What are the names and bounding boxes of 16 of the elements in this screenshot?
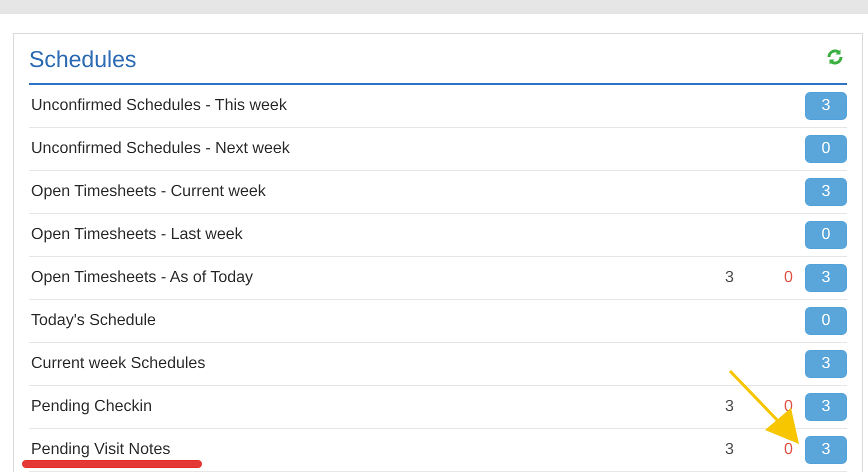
row-label[interactable]: Unconfirmed Schedules - This week	[31, 94, 805, 118]
count-value: 3	[725, 397, 735, 417]
row-label[interactable]: Today's Schedule	[31, 309, 805, 333]
row-label[interactable]: Pending Checkin	[31, 395, 725, 419]
count-value: 3	[725, 440, 735, 460]
row-label[interactable]: Unconfirmed Schedules - Next week	[31, 137, 805, 161]
alert-count: 0	[784, 268, 794, 288]
alert-count: 0	[784, 440, 794, 460]
row-label[interactable]: Open Timesheets - As of Today	[31, 266, 725, 290]
row-label[interactable]: Pending Visit Notes	[31, 438, 725, 462]
row-label[interactable]: Current week Schedules	[31, 352, 805, 376]
row-label[interactable]: Open Timesheets - Last week	[31, 223, 805, 247]
refresh-icon[interactable]	[826, 48, 844, 66]
row-label[interactable]: Open Timesheets - Current week	[31, 180, 805, 204]
panel-title: Schedules	[29, 45, 136, 74]
count-value: 3	[725, 268, 735, 288]
